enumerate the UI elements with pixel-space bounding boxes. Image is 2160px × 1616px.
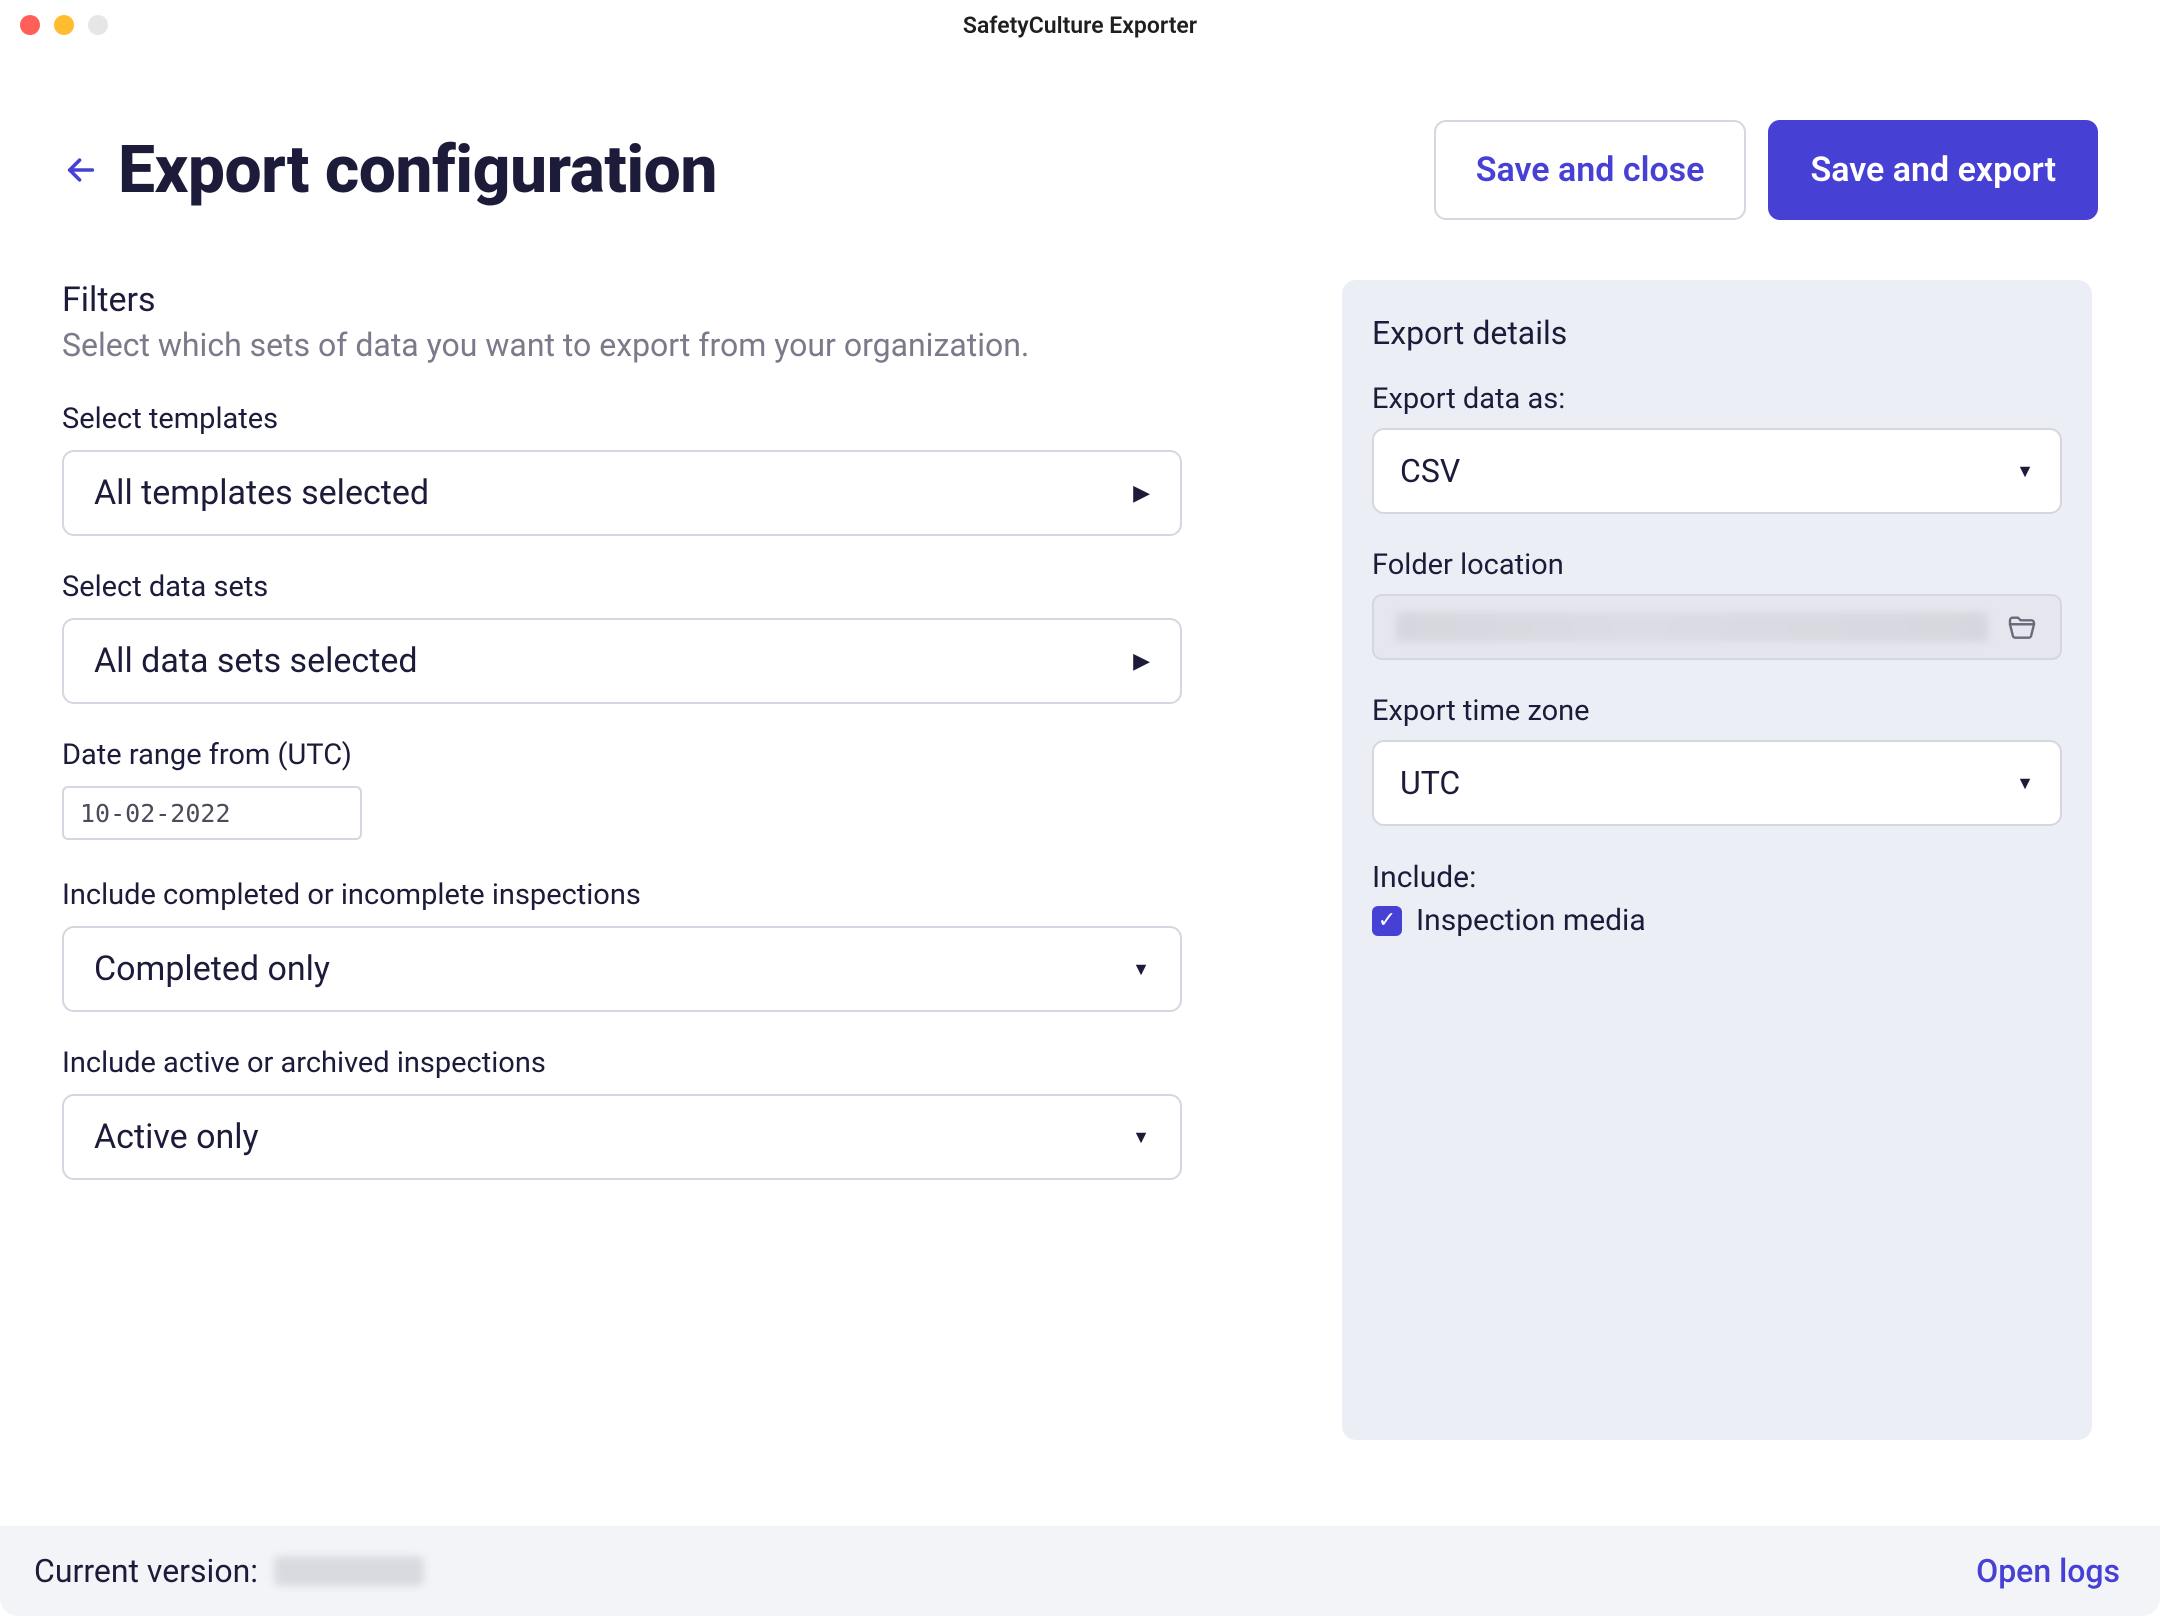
- archived-label: Include active or archived inspections: [62, 1046, 1182, 1080]
- page-title: Export configuration: [118, 132, 717, 209]
- completion-label: Include completed or incomplete inspecti…: [62, 878, 1182, 912]
- checkbox-checked-icon: ✓: [1372, 906, 1402, 936]
- templates-value: All templates selected: [94, 473, 429, 513]
- export-details-panel: Export details Export data as: CSV ▼ Fol…: [1342, 280, 2092, 1440]
- minimize-window-icon[interactable]: [54, 15, 74, 35]
- arrow-left-icon: [64, 153, 98, 187]
- datasets-select[interactable]: All data sets selected ▶: [62, 618, 1182, 704]
- export-details-title: Export details: [1372, 314, 2062, 352]
- date-range-label: Date range from (UTC): [62, 738, 1182, 772]
- timezone-label: Export time zone: [1372, 694, 2062, 728]
- close-window-icon[interactable]: [20, 15, 40, 35]
- folder-path-blurred: [1396, 612, 1988, 642]
- datasets-label: Select data sets: [62, 570, 1182, 604]
- templates-label: Select templates: [62, 402, 1182, 436]
- window-controls: [20, 15, 108, 35]
- include-label: Include:: [1372, 860, 2062, 895]
- version-label: Current version:: [34, 1552, 258, 1590]
- timezone-select[interactable]: UTC ▼: [1372, 740, 2062, 826]
- titlebar: SafetyCulture Exporter: [0, 0, 2160, 50]
- filters-description: Select which sets of data you want to ex…: [62, 326, 1182, 364]
- inspection-media-checkbox[interactable]: ✓ Inspection media: [1372, 903, 2062, 938]
- save-and-close-button[interactable]: Save and close: [1434, 120, 1747, 220]
- filters-title: Filters: [62, 280, 1182, 320]
- window-title: SafetyCulture Exporter: [963, 12, 1197, 39]
- format-label: Export data as:: [1372, 382, 2062, 416]
- chevron-down-icon: ▼: [2016, 461, 2034, 482]
- archived-select[interactable]: Active only ▼: [62, 1094, 1182, 1180]
- completion-select[interactable]: Completed only ▼: [62, 926, 1182, 1012]
- chevron-down-icon: ▼: [1132, 959, 1150, 980]
- archived-value: Active only: [94, 1117, 259, 1157]
- back-button[interactable]: [62, 151, 100, 189]
- folder-location-input[interactable]: [1372, 594, 2062, 660]
- chevron-down-icon: ▼: [2016, 773, 2034, 794]
- filters-section: Filters Select which sets of data you wa…: [62, 280, 1182, 1440]
- templates-select[interactable]: All templates selected ▶: [62, 450, 1182, 536]
- folder-label: Folder location: [1372, 548, 2062, 582]
- inspection-media-label: Inspection media: [1416, 903, 1646, 938]
- chevron-right-icon: ▶: [1133, 481, 1150, 506]
- footer: Current version: Open logs: [0, 1526, 2160, 1616]
- timezone-value: UTC: [1400, 764, 1460, 802]
- completion-value: Completed only: [94, 949, 330, 989]
- maximize-window-icon[interactable]: [88, 15, 108, 35]
- current-version: Current version:: [34, 1552, 424, 1590]
- folder-open-icon: [2006, 611, 2038, 643]
- date-range-input[interactable]: [62, 786, 362, 840]
- format-value: CSV: [1400, 452, 1460, 490]
- open-logs-link[interactable]: Open logs: [1976, 1552, 2120, 1590]
- format-select[interactable]: CSV ▼: [1372, 428, 2062, 514]
- version-value-blurred: [274, 1556, 424, 1586]
- save-and-export-button[interactable]: Save and export: [1768, 120, 2098, 220]
- chevron-down-icon: ▼: [1132, 1127, 1150, 1148]
- chevron-right-icon: ▶: [1133, 649, 1150, 674]
- datasets-value: All data sets selected: [94, 641, 418, 681]
